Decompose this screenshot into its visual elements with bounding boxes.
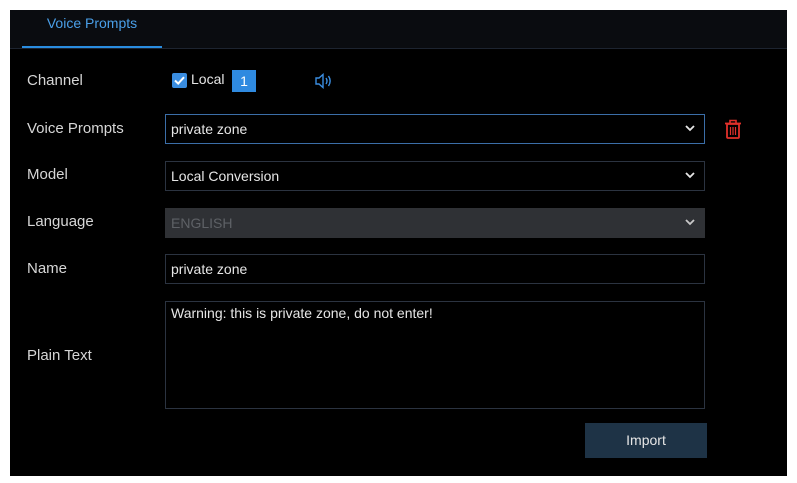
channel-number-badge[interactable]: 1 [232, 70, 256, 92]
checkmark-icon [174, 76, 185, 86]
voice-prompts-value: private zone [171, 121, 248, 137]
tab-bar: Voice Prompts [10, 10, 787, 49]
name-input[interactable]: private zone [165, 254, 705, 284]
language-value: ENGLISH [171, 215, 233, 231]
model-label: Model [27, 166, 68, 183]
voice-prompts-panel: Voice Prompts Channel Local 1 Voice Prom… [10, 10, 787, 476]
local-checkbox-label: Local [191, 71, 225, 87]
speaker-icon[interactable] [315, 72, 333, 94]
import-button[interactable]: Import [585, 423, 707, 458]
voice-prompts-label: Voice Prompts [27, 120, 124, 137]
plain-text-label: Plain Text [27, 347, 92, 364]
chevron-down-icon [685, 172, 695, 179]
chevron-down-icon [685, 125, 695, 132]
chevron-down-icon [685, 219, 695, 226]
voice-prompts-select[interactable]: private zone [165, 114, 705, 144]
tab-voice-prompts[interactable]: Voice Prompts [22, 10, 162, 48]
language-label: Language [27, 213, 94, 230]
name-label: Name [27, 260, 68, 277]
language-select[interactable]: ENGLISH [165, 208, 705, 238]
trash-icon[interactable] [724, 119, 742, 145]
model-select[interactable]: Local Conversion [165, 161, 705, 191]
local-checkbox[interactable] [172, 73, 187, 88]
plain-text-input[interactable]: Warning: this is private zone, do not en… [165, 301, 705, 409]
model-value: Local Conversion [171, 168, 280, 184]
name-value: private zone [171, 261, 248, 277]
channel-label: Channel [27, 72, 83, 89]
